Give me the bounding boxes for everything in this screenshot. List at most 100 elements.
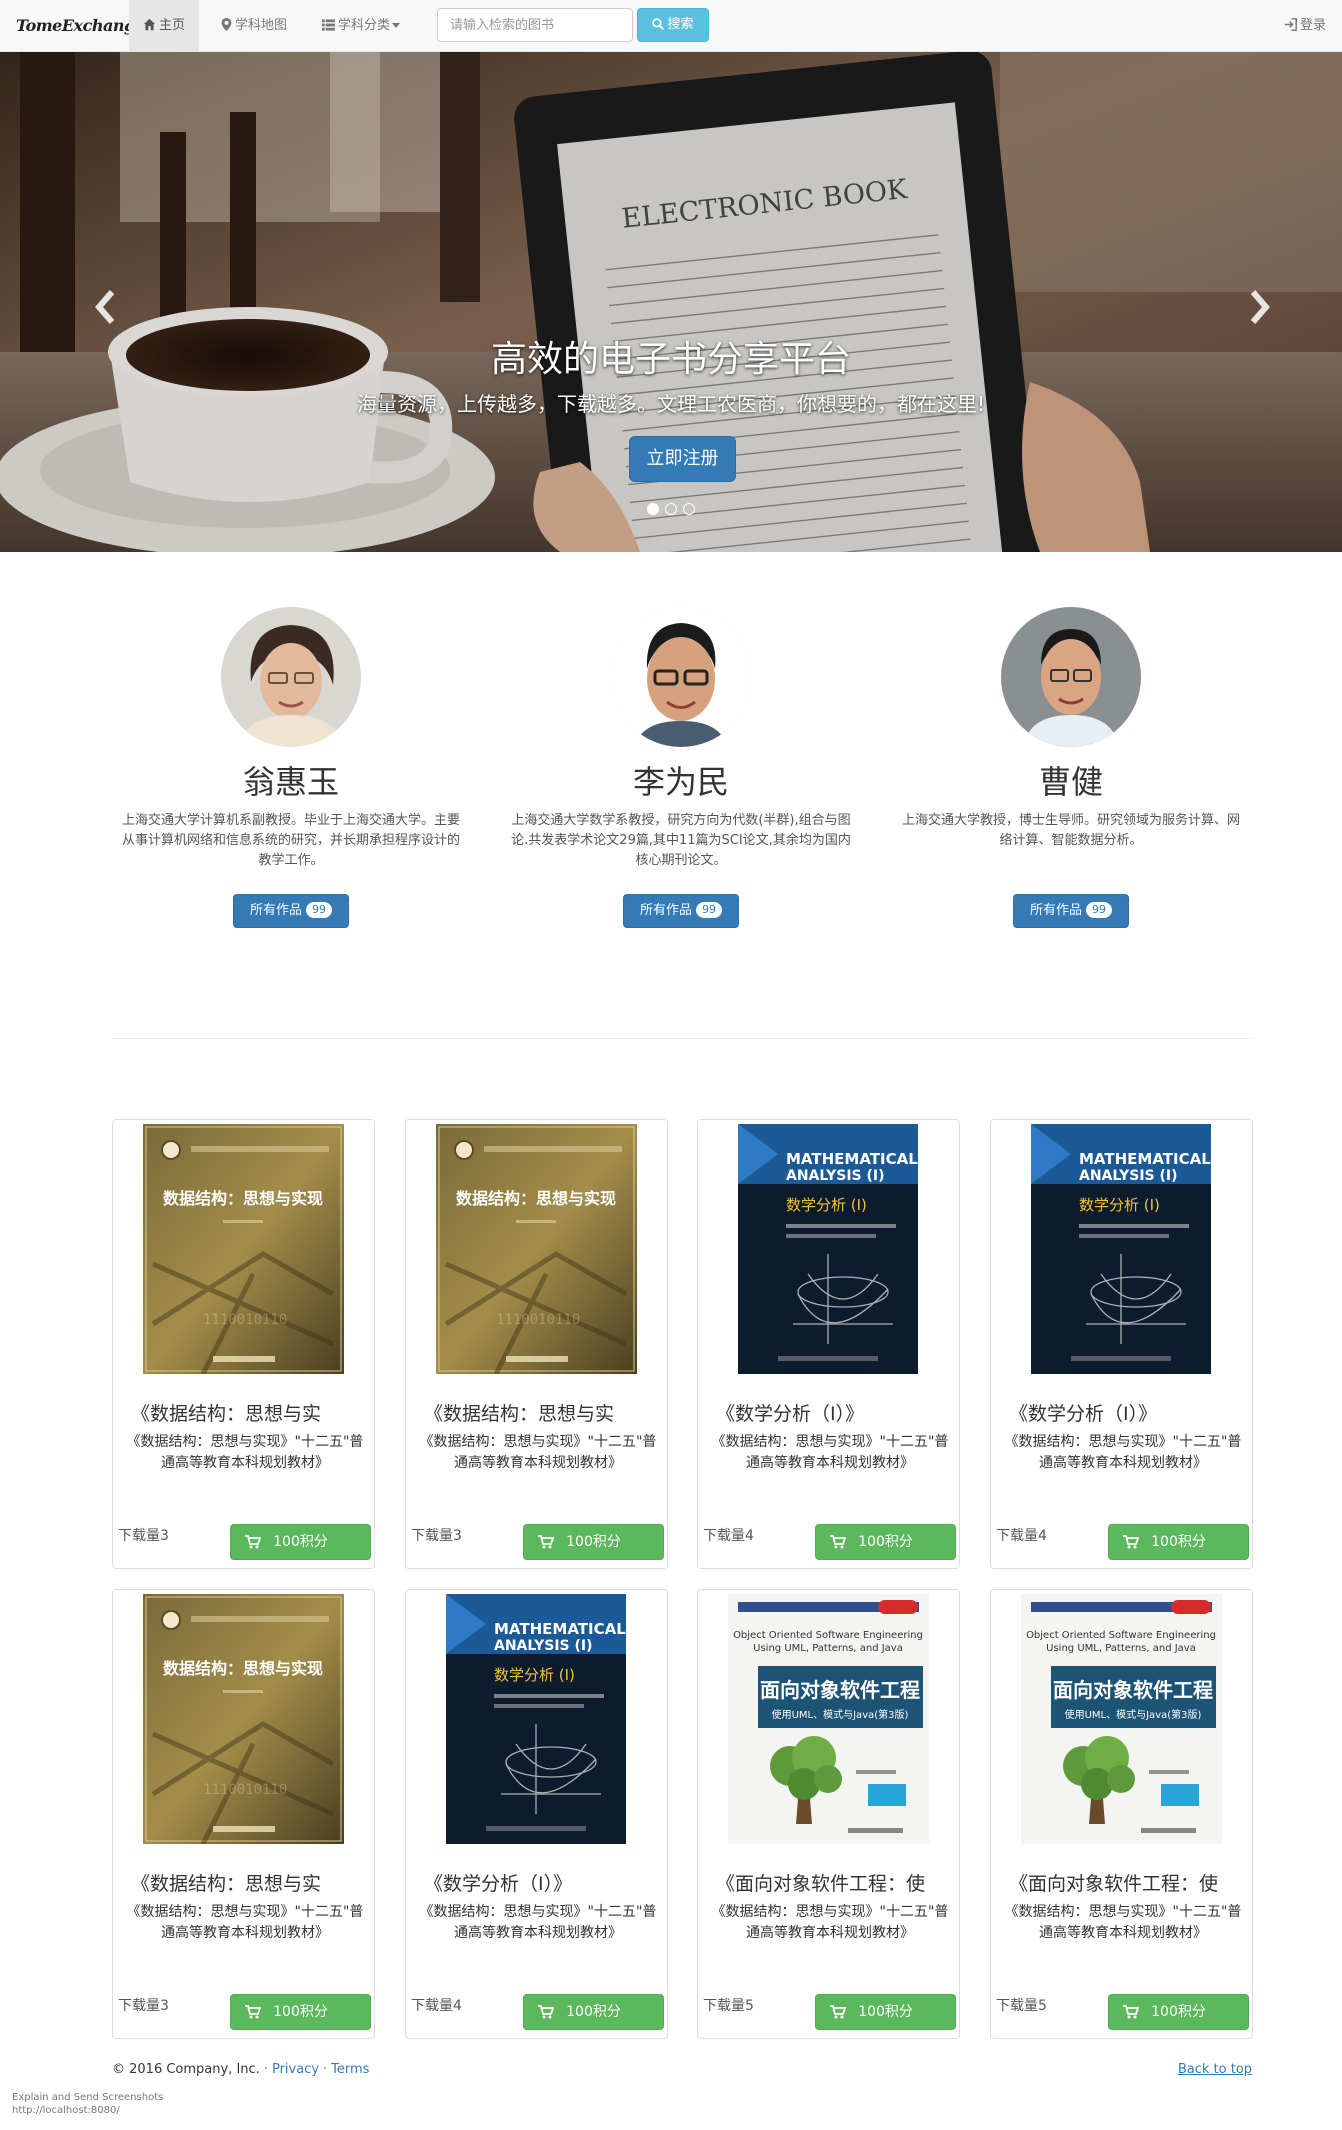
buy-points-button[interactable]: 100积分 bbox=[1108, 1524, 1249, 1560]
buy-points-button[interactable]: 100积分 bbox=[1108, 1994, 1249, 2030]
buy-points-label: 100积分 bbox=[273, 2004, 328, 2020]
carousel-dot-3[interactable] bbox=[683, 503, 695, 515]
log-in-icon bbox=[1284, 18, 1297, 31]
author-card: 翁惠玉 上海交通大学计算机系副教授。毕业于上海交通大学。主要从事计算机网络和信息… bbox=[111, 607, 471, 871]
search-input[interactable] bbox=[437, 8, 633, 42]
buy-points-label: 100积分 bbox=[1151, 2004, 1206, 2020]
shopping-cart-icon bbox=[1123, 1535, 1139, 1549]
cover-subtitle-cn: 使用UML、模式与Java(第3版) bbox=[1065, 1708, 1202, 1721]
carousel-prev-icon[interactable] bbox=[86, 277, 126, 337]
book-description: 《数据结构：思想与实现》"十二五"普通高等教育本科规划教材》 bbox=[419, 1434, 657, 1471]
cover-title-en: MATHEMATICAL bbox=[1079, 1150, 1211, 1168]
cover-title-en-2: ANALYSIS (I) bbox=[786, 1168, 885, 1184]
shopping-cart-icon bbox=[1123, 2005, 1139, 2019]
author-name: 李为民 bbox=[632, 763, 729, 801]
carousel-indicators bbox=[0, 503, 1342, 515]
works-count-badge: 99 bbox=[306, 902, 332, 918]
data-structures-cover: 数据结构：思想与实现 1110010110 bbox=[143, 1124, 344, 1374]
brand-logo[interactable]: TomeExchange bbox=[16, 13, 145, 39]
back-to-top-link[interactable]: Back to top bbox=[1178, 2062, 1252, 2077]
buy-points-button[interactable]: 100积分 bbox=[523, 1994, 664, 2030]
carousel-next-icon[interactable] bbox=[1239, 277, 1279, 337]
nav-subject-map[interactable]: 学科地图 bbox=[207, 0, 301, 51]
all-works-label: 所有作品 bbox=[1029, 903, 1082, 918]
download-count: 下载量4 bbox=[996, 1528, 1047, 1544]
nav-home[interactable]: 主页 bbox=[129, 0, 200, 51]
book-card[interactable]: MATHEMATICAL ANALYSIS (I) 数学分析 (I) 《数学分析… bbox=[697, 1119, 960, 1569]
book-card[interactable]: MATHEMATICAL ANALYSIS (I) 数学分析 (I) 《数学分析… bbox=[405, 1589, 668, 2039]
book-cover[interactable]: 数据结构：思想与实现 1110010110 bbox=[436, 1124, 637, 1374]
register-button[interactable]: 立即注册 bbox=[629, 436, 736, 482]
book-cover[interactable]: Object Oriented Software Engineering Usi… bbox=[728, 1594, 929, 1844]
book-cover[interactable]: MATHEMATICAL ANALYSIS (I) 数学分析 (I) bbox=[1031, 1124, 1232, 1374]
all-works-button[interactable]: 所有作品 99 bbox=[233, 894, 349, 928]
buy-points-label: 100积分 bbox=[858, 1534, 913, 1550]
book-cover[interactable]: MATHEMATICAL ANALYSIS (I) 数学分析 (I) bbox=[446, 1594, 647, 1844]
book-title[interactable]: 《数据结构：思想与实 bbox=[131, 1872, 361, 1896]
shopping-cart-icon bbox=[538, 2005, 554, 2019]
book-title[interactable]: 《数据结构：思想与实 bbox=[424, 1402, 654, 1426]
binary-pattern: 1110010110 bbox=[203, 1312, 287, 1328]
book-card[interactable]: 数据结构：思想与实现 1110010110 《数据结构：思想与实 《数据结构：思想… bbox=[112, 1119, 375, 1569]
book-cover[interactable]: 数据结构：思想与实现 1110010110 bbox=[143, 1594, 344, 1844]
cover-title-en: Object Oriented Software Engineering bbox=[1026, 1630, 1216, 1641]
buy-points-button[interactable]: 100积分 bbox=[230, 1994, 371, 2030]
book-card[interactable]: 数据结构：思想与实现 1110010110 《数据结构：思想与实《数据结构：思想… bbox=[405, 1119, 668, 1569]
buy-points-button[interactable]: 100积分 bbox=[230, 1524, 371, 1560]
author-description: 上海交通大学数学系教授，研究方向为代数(半群),组合与图论.共发表学术论文29篇… bbox=[511, 813, 851, 868]
book-title[interactable]: 《数学分析（Ⅰ）》 bbox=[1009, 1402, 1239, 1426]
shopping-cart-icon bbox=[830, 2005, 846, 2019]
buy-points-label: 100积分 bbox=[273, 1534, 328, 1550]
book-title[interactable]: 《数学分析（Ⅰ）》 bbox=[424, 1872, 654, 1896]
buy-points-label: 100积分 bbox=[858, 2004, 913, 2020]
buy-points-label: 100积分 bbox=[1151, 1534, 1206, 1550]
section-divider bbox=[112, 1038, 1252, 1039]
footer-separator: · bbox=[263, 2062, 268, 2077]
book-cover[interactable]: 数据结构：思想与实现 1110010110 bbox=[143, 1124, 344, 1374]
buy-points-button[interactable]: 100积分 bbox=[815, 1994, 956, 2030]
login-link[interactable]: 登录 bbox=[1284, 0, 1326, 51]
book-card[interactable]: MATHEMATICAL ANALYSIS (I) 数学分析 (I) 《数学分析… bbox=[990, 1119, 1253, 1569]
terms-link[interactable]: Terms bbox=[331, 2062, 369, 2077]
author-description: 上海交通大学教授，博士生导师。研究领域为服务计算、网络计算、智能数据分析。 bbox=[901, 813, 1240, 848]
cover-title: 数据结构：思想与实现 bbox=[163, 1189, 323, 1208]
hero-carousel: ELECTRONIC BOOK 高效的电子书分享平台 海量资源，上传越多，下载越… bbox=[0, 52, 1342, 552]
binary-pattern: 1110010110 bbox=[203, 1782, 287, 1798]
book-cover[interactable]: Object Oriented Software Engineering Usi… bbox=[1021, 1594, 1222, 1844]
shopping-cart-icon bbox=[245, 2005, 261, 2019]
math-analysis-cover: MATHEMATICAL ANALYSIS (I) 数学分析 (I) bbox=[1031, 1124, 1211, 1374]
author-card: 曹健 上海交通大学教授，博士生导师。研究领域为服务计算、网络计算、智能数据分析。 bbox=[891, 607, 1251, 851]
search-button[interactable]: 搜索 bbox=[637, 8, 709, 42]
buy-points-button[interactable]: 100积分 bbox=[815, 1524, 956, 1560]
author-description: 上海交通大学计算机系副教授。毕业于上海交通大学。主要从事计算机网络和信息系统的研… bbox=[121, 813, 460, 868]
nav-subject-category-dropdown[interactable]: 学科分类 bbox=[308, 0, 417, 51]
carousel-dot-2[interactable] bbox=[665, 503, 677, 515]
cover-title-cn: 面向对象软件工程 bbox=[760, 1678, 920, 1702]
cover-title-en-2: Using UML, Patterns, and Java bbox=[753, 1643, 903, 1654]
download-count: 下载量3 bbox=[118, 1528, 169, 1544]
book-description: 《数据结构：思想与实现》"十二五"普通高等教育本科规划教材》 bbox=[419, 1904, 657, 1941]
book-description: 《数据结构：思想与实现》"十二五"普通高等教育本科规划教材》 bbox=[1004, 1434, 1242, 1471]
footer-separator: · bbox=[323, 2062, 328, 2077]
all-works-label: 所有作品 bbox=[249, 903, 302, 918]
data-structures-cover: 数据结构：思想与实现 1110010110 bbox=[143, 1594, 344, 1844]
buy-points-button[interactable]: 100积分 bbox=[523, 1524, 664, 1560]
book-cover[interactable]: MATHEMATICAL ANALYSIS (I) 数学分析 (I) bbox=[738, 1124, 939, 1374]
book-title[interactable]: 《面向对象软件工程：使 bbox=[716, 1872, 946, 1896]
carousel-dot-1[interactable] bbox=[647, 503, 659, 515]
book-card[interactable]: Object Oriented Software Engineering Usi… bbox=[990, 1589, 1253, 2039]
nav-home-label: 主页 bbox=[159, 18, 186, 33]
privacy-link[interactable]: Privacy bbox=[272, 2062, 319, 2077]
download-count: 下载量5 bbox=[996, 1998, 1047, 2014]
book-title[interactable]: 《面向对象软件工程：使 bbox=[1009, 1872, 1239, 1896]
book-card[interactable]: 数据结构：思想与实现 1110010110 《数据结构：思想与实 《数据结构：思想… bbox=[112, 1589, 375, 2039]
author-name: 曹健 bbox=[1038, 763, 1103, 801]
download-count: 下载量3 bbox=[118, 1998, 169, 2014]
all-works-button[interactable]: 所有作品 99 bbox=[1013, 894, 1129, 928]
book-title[interactable]: 《数学分析（Ⅰ）》 bbox=[716, 1402, 946, 1426]
cover-title-cn: 数学分析 (I) bbox=[494, 1666, 575, 1684]
book-title[interactable]: 《数据结构：思想与实 bbox=[131, 1402, 361, 1426]
works-count-badge: 99 bbox=[1086, 902, 1112, 918]
all-works-button[interactable]: 所有作品 99 bbox=[623, 894, 739, 928]
book-card[interactable]: Object Oriented Software Engineering Usi… bbox=[697, 1589, 960, 2039]
